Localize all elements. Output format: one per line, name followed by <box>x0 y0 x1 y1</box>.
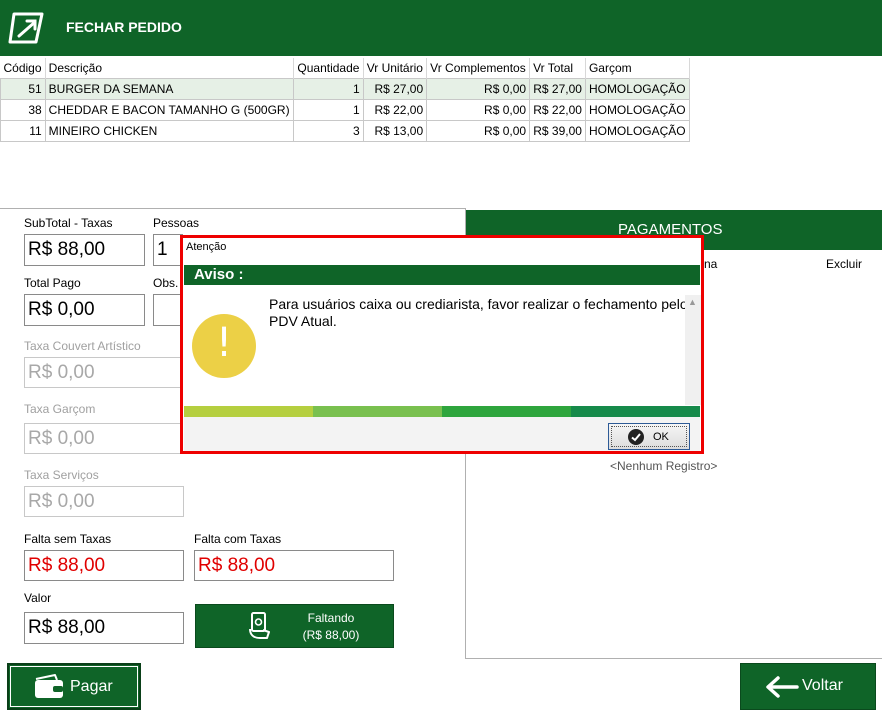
table-row[interactable]: 51 BURGER DA SEMANA 1 R$ 27,00 R$ 0,00 R$ 27,… <box>0 78 691 100</box>
couvert-field[interactable]: R$ 0,00 <box>24 357 184 388</box>
table-cell: BURGER DA SEMANA <box>44 78 295 100</box>
valor-label: Valor <box>24 591 52 605</box>
obs-label: Obs. <box>153 276 179 290</box>
falta-sem-taxas-field[interactable]: R$ 88,00 <box>24 550 184 581</box>
table-row[interactable]: 38 CHEDDAR E BACON TAMANHO G (500GR) 1 R$ 2… <box>0 99 691 121</box>
ok-button[interactable]: OK <box>608 423 690 450</box>
table-cell: HOMOLOGAÇÃO <box>584 78 691 100</box>
items-table[interactable]: Código Descrição Quantidade Vr Unitário Vr C… <box>0 58 691 142</box>
table-cell: MINEIRO CHICKEN <box>44 120 295 142</box>
table-cell: R$ 27,00 <box>529 78 586 100</box>
subtotal-field[interactable]: R$ 88,00 <box>24 234 145 266</box>
pessoas-label: Pessoas <box>153 216 200 230</box>
table-cell: R$ 13,00 <box>362 120 428 142</box>
column-header[interactable]: Código <box>0 58 46 79</box>
dialog-color-strip <box>184 406 700 417</box>
pessoas-field[interactable]: 1 <box>153 234 183 266</box>
cash-hand-icon <box>249 612 270 639</box>
table-cell: HOMOLOGAÇÃO <box>584 99 691 121</box>
couvert-label: Taxa Couvert Artístico <box>24 339 141 353</box>
table-row[interactable]: 11 MINEIRO CHICKEN 3 R$ 13,00 R$ 0,00 R$ 39,0… <box>0 120 691 142</box>
payments-empty-text: <Nenhum Registro> <box>610 459 718 473</box>
divider <box>0 208 466 209</box>
dialog-message: Para usuários caixa ou crediarista, favo… <box>269 296 688 329</box>
falta-sem-taxas-label: Falta sem Taxas <box>24 532 112 546</box>
column-header[interactable]: Quantidade <box>293 58 364 79</box>
obs-field[interactable] <box>153 294 183 326</box>
app-logo-icon <box>8 12 44 44</box>
table-cell: 3 <box>293 120 364 142</box>
dialog-scrollbar[interactable]: ▲ <box>685 295 701 405</box>
total-pago-field[interactable]: R$ 0,00 <box>24 294 145 326</box>
table-cell: CHEDDAR E BACON TAMANHO G (500GR) <box>44 99 295 121</box>
ok-label: OK <box>653 431 669 443</box>
faltando-value: (R$ 88,00) <box>302 628 360 642</box>
table-cell: 1 <box>293 78 364 100</box>
dialog-header: Aviso : <box>194 266 244 283</box>
scroll-up-icon[interactable]: ▲ <box>688 297 697 307</box>
faltando-button[interactable]: Faltando (R$ 88,00) <box>195 604 394 648</box>
subtotal-label: SubTotal - Taxas <box>24 216 113 230</box>
servicos-field[interactable]: R$ 0,00 <box>24 486 184 517</box>
strip-segment <box>442 406 571 417</box>
column-header[interactable]: Vr Total <box>529 58 586 79</box>
column-header[interactable]: Vr Unitário <box>363 58 428 79</box>
warning-icon: ! <box>192 314 256 378</box>
table-cell: R$ 0,00 <box>426 78 531 100</box>
pagar-label: Pagar <box>70 678 113 695</box>
table-cell: 1 <box>293 99 364 121</box>
dialog-window-title: Atenção <box>186 241 227 253</box>
table-cell: R$ 22,00 <box>362 99 428 121</box>
table-cell: R$ 39,00 <box>529 120 586 142</box>
dialog-header-bar: Aviso : <box>184 265 700 285</box>
table-cell: 11 <box>0 120 46 142</box>
table-cell: R$ 0,00 <box>426 120 531 142</box>
faltando-label: Faltando <box>307 611 355 625</box>
falta-com-taxas-field[interactable]: R$ 88,00 <box>194 550 394 581</box>
table-cell: R$ 0,00 <box>426 99 531 121</box>
alert-dialog: Atenção Aviso : ! Para usuários caixa ou… <box>180 235 704 454</box>
voltar-button[interactable]: Voltar <box>740 663 876 710</box>
column-header[interactable]: Vr Complementos <box>426 58 531 79</box>
strip-segment <box>184 406 313 417</box>
table-cell: R$ 22,00 <box>529 99 586 121</box>
garcom-field[interactable]: R$ 0,00 <box>24 423 184 454</box>
strip-segment <box>571 406 700 417</box>
table-cell: 38 <box>0 99 46 121</box>
valor-field[interactable]: R$ 88,00 <box>24 612 184 644</box>
table-cell: R$ 27,00 <box>362 78 428 100</box>
payments-column-excluir: Excluir <box>826 257 863 271</box>
payments-column-header: na <box>704 257 718 271</box>
wallet-icon <box>35 674 63 698</box>
arrow-left-icon <box>766 676 799 698</box>
total-pago-label: Total Pago <box>24 276 81 290</box>
pagar-button[interactable]: Pagar <box>7 663 141 710</box>
strip-segment <box>313 406 442 417</box>
falta-com-taxas-label: Falta com Taxas <box>194 532 282 546</box>
column-header[interactable]: Descrição <box>45 58 295 79</box>
column-header[interactable]: Garçom <box>585 58 691 79</box>
voltar-label: Voltar <box>802 677 843 694</box>
table-cell: HOMOLOGAÇÃO <box>584 120 691 142</box>
page-title: FECHAR PEDIDO <box>66 19 182 35</box>
garcom-label: Taxa Garçom <box>24 402 96 416</box>
servicos-label: Taxa Serviços <box>24 468 99 482</box>
table-cell: 51 <box>0 78 46 100</box>
check-icon <box>628 429 644 445</box>
